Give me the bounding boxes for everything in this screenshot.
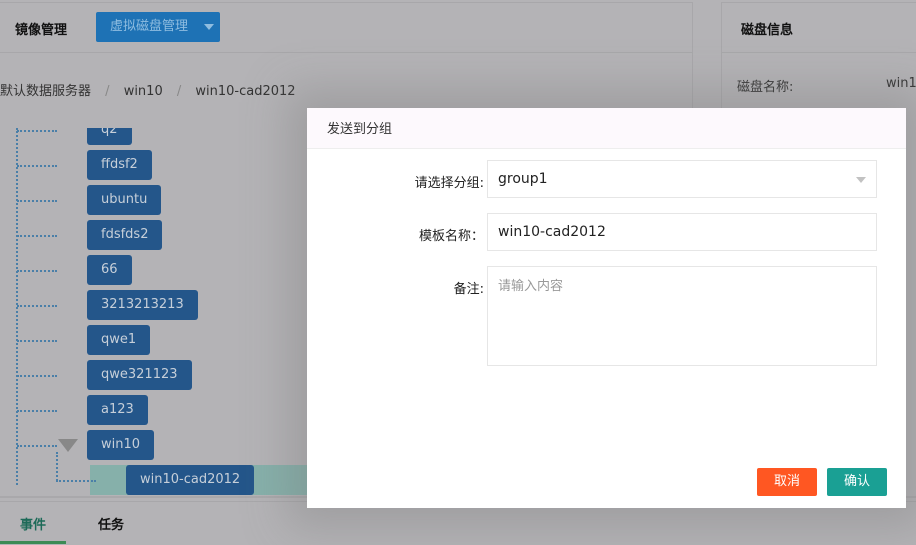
breadcrumb-item[interactable]: win10 — [124, 84, 163, 99]
disk-info-title: 磁盘信息 — [741, 23, 794, 38]
dropdown-label: 虚拟磁盘管理 — [110, 19, 189, 34]
virtual-disk-dropdown[interactable]: 虚拟磁盘管理 — [96, 12, 220, 42]
tab-label: 任务 — [98, 518, 125, 533]
disk-name-value: win1 — [886, 76, 916, 91]
caret-down-icon — [204, 24, 214, 35]
dialog-title: 发送到分组 — [307, 108, 906, 149]
tab-tasks[interactable]: 任务 — [98, 508, 124, 544]
breadcrumb-item[interactable]: win10-cad2012 — [195, 84, 295, 99]
template-name-label: 模板名称： — [418, 229, 484, 244]
tab-events[interactable]: 事件 — [0, 508, 66, 544]
tree-node[interactable]: ubuntu — [87, 185, 162, 215]
tree: q2 ffdsf2 ubuntu fdsfds2 66 3213213213 q… — [0, 128, 320, 496]
breadcrumb: 默认数据服务器 / win10 / win10-cad2012 — [0, 84, 296, 99]
group-select[interactable]: group1 — [487, 160, 877, 198]
header-divider — [0, 52, 692, 53]
expand-triangle-icon[interactable] — [58, 439, 78, 452]
tree-node[interactable]: q2 — [87, 128, 132, 145]
tree-node[interactable]: qwe321123 — [87, 360, 192, 390]
group-select-value: group1 — [498, 171, 548, 187]
tree-node-selected[interactable]: win10-cad2012 — [126, 465, 255, 495]
tree-node[interactable]: fdsfds2 — [87, 220, 163, 250]
send-to-group-dialog: 发送到分组 请选择分组: group1 模板名称： win10-cad2012 … — [307, 108, 906, 508]
disk-name-label: 磁盘名称: — [737, 80, 794, 95]
tree-node[interactable]: a123 — [87, 395, 148, 425]
tree-node[interactable]: win10 — [87, 430, 155, 460]
confirm-button[interactable]: 确认 — [827, 468, 887, 496]
remark-textarea[interactable]: 请输入内容 — [487, 266, 877, 366]
remark-placeholder: 请输入内容 — [498, 279, 564, 294]
chevron-down-icon — [856, 177, 866, 188]
page-title: 镜像管理 — [15, 23, 68, 38]
tree-node[interactable]: 3213213213 — [87, 290, 198, 320]
template-name-input[interactable]: win10-cad2012 — [487, 213, 877, 251]
cancel-button[interactable]: 取消 — [757, 468, 817, 496]
remark-label: 备注: — [453, 282, 484, 297]
tab-label: 事件 — [19, 518, 46, 533]
group-label: 请选择分组: — [414, 176, 484, 191]
breadcrumb-item[interactable]: 默认数据服务器 — [0, 84, 91, 99]
tree-node[interactable]: qwe1 — [87, 325, 151, 355]
tree-node[interactable]: 66 — [87, 255, 132, 285]
tree-node[interactable]: ffdsf2 — [87, 150, 152, 180]
